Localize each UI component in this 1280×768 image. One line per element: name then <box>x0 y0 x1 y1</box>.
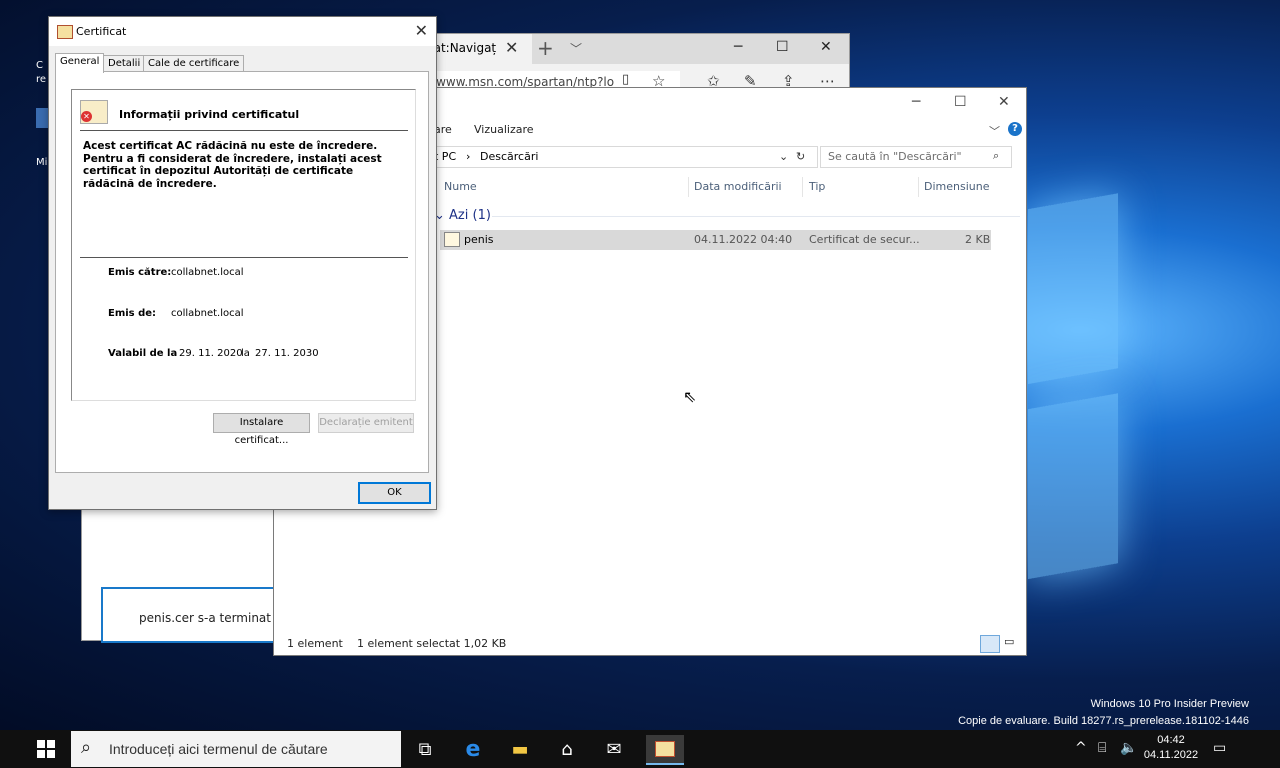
volume-icon[interactable]: 🔈 <box>1120 740 1137 756</box>
close-icon[interactable]: ✕ <box>415 21 428 40</box>
certificate-warning-icon: ✕ <box>80 100 108 124</box>
ok-button[interactable]: OK <box>358 482 431 504</box>
network-icon[interactable]: ⌸ <box>1098 740 1106 756</box>
cert-trust-warning: Acest certificat AC rădăcină nu este de … <box>83 140 382 190</box>
ribbon-tab-view[interactable]: Vizualizare <box>474 123 534 136</box>
explorer-status-bar: 1 element 1 element selectat 1,02 KB ▭ <box>274 633 1026 655</box>
table-row[interactable]: penis 04.11.2022 04:40 Certificat de sec… <box>440 230 991 250</box>
desktop-icon-label-re: re <box>36 74 47 85</box>
refresh-icon[interactable]: ↻ <box>796 150 805 163</box>
divider <box>80 257 408 258</box>
file-date: 04.11.2022 04:40 <box>694 233 793 246</box>
watermark-line1: Windows 10 Pro Insider Preview <box>1090 698 1249 710</box>
tab-details[interactable]: Detalii <box>103 55 146 72</box>
taskbar-search-placeholder: Introduceți aici termenul de căutare <box>109 741 328 757</box>
large-icons-view-icon[interactable]: ▭ <box>1004 635 1020 651</box>
breadcrumb-this-pc[interactable]: t PC <box>434 150 456 163</box>
task-view-icon[interactable]: ⧉ <box>410 735 440 763</box>
valid-from-date: 29. 11. 2020 <box>179 348 243 359</box>
download-text: penis.cer s-a terminat d <box>139 611 283 625</box>
certificate-file-icon <box>444 232 460 247</box>
install-certificate-button[interactable]: Instalare certificat... <box>213 413 310 446</box>
file-size: 2 KB <box>965 233 991 246</box>
taskbar-search-box[interactable]: ⌕ Introduceți aici termenul de căutare <box>71 731 401 767</box>
edge-app-icon[interactable]: e <box>458 735 488 763</box>
file-name: penis <box>464 233 494 246</box>
cert-dialog-title: Certificat <box>76 25 127 38</box>
issued-by-label: Emis de: <box>108 308 157 319</box>
column-size[interactable]: Dimensiune <box>924 180 989 193</box>
file-type: Certificat de secur... <box>809 233 920 246</box>
certificate-dialog[interactable]: Certificat ✕ General Detalii Cale de cer… <box>48 16 437 510</box>
group-label: Azi (1) <box>449 208 491 223</box>
certificate-app-icon[interactable] <box>646 735 684 765</box>
edge-tab-title: cat:Navigaț <box>427 41 497 55</box>
issued-to-label: Emis către: <box>108 267 172 278</box>
start-button[interactable] <box>37 740 55 758</box>
clock-time: 04:42 <box>1157 734 1185 746</box>
column-name[interactable]: Nume <box>444 180 477 193</box>
desktop-icon-label-c: C <box>36 60 43 71</box>
search-placeholder: Se caută în "Descărcări" <box>828 150 962 163</box>
breadcrumb-downloads[interactable]: Descărcări <box>480 150 538 163</box>
tab-certification-path[interactable]: Cale de certificare <box>143 55 245 72</box>
mail-app-icon[interactable]: ✉ <box>599 735 629 763</box>
cert-info-title: Informații privind certificatul <box>119 108 300 121</box>
column-type[interactable]: Tip <box>809 180 825 193</box>
minimize-icon[interactable]: ─ <box>912 94 920 110</box>
search-icon: ⌕ <box>993 149 1000 162</box>
close-tab-icon[interactable]: ✕ <box>505 38 518 57</box>
valid-to-date: 27. 11. 2030 <box>255 348 319 359</box>
explorer-search-input[interactable]: Se caută în "Descărcări" ⌕ <box>820 146 1012 168</box>
valid-from-label: Valabil de la <box>108 348 178 359</box>
search-icon: ⌕ <box>81 737 92 758</box>
taskbar-clock[interactable]: 04:42 04.11.2022 <box>1140 733 1202 763</box>
desktop-icon-label-mi: Mi <box>36 157 48 168</box>
column-divider <box>688 177 689 197</box>
cert-general-panel: ✕ Informații privind certificatul Acest … <box>55 71 429 473</box>
minimize-icon[interactable]: ─ <box>734 39 742 55</box>
issuer-statement-button[interactable]: Declarație emitent <box>318 413 414 433</box>
reading-view-icon[interactable]: ▯ <box>622 72 629 87</box>
close-icon[interactable]: ✕ <box>998 94 1010 110</box>
issued-by-value: collabnet.local <box>171 308 244 319</box>
status-count: 1 element <box>287 637 343 650</box>
details-view-icon[interactable] <box>980 635 1000 653</box>
cert-info-box: ✕ Informații privind certificatul Acest … <box>71 89 416 401</box>
column-date[interactable]: Data modificării <box>694 180 782 193</box>
group-header[interactable]: ⌄ Azi (1) <box>434 208 491 223</box>
notifications-icon[interactable]: ▭ <box>1213 740 1226 756</box>
group-divider <box>492 216 1020 217</box>
certificate-icon <box>57 25 73 39</box>
clock-date: 04.11.2022 <box>1143 749 1199 761</box>
maximize-icon[interactable]: ☐ <box>776 39 789 55</box>
taskbar: ⌕ Introduceți aici termenul de căutare ⧉… <box>0 730 1280 768</box>
mouse-cursor-icon: ⇖ <box>683 387 697 406</box>
help-icon[interactable]: ? <box>1008 122 1022 136</box>
windows-logo-wallpaper <box>1028 151 1280 580</box>
windows-build-watermark: Windows 10 Pro Insider Preview Copie de … <box>958 696 1249 730</box>
file-explorer-app-icon[interactable]: ▬ <box>505 735 535 763</box>
cert-title-bar: Certificat ✕ <box>49 17 436 46</box>
chevron-up-icon[interactable]: ^ <box>1075 740 1087 756</box>
issued-to-value: collabnet.local <box>171 267 244 278</box>
store-app-icon[interactable]: ⌂ <box>552 735 582 763</box>
tab-general[interactable]: General <box>55 53 105 73</box>
column-divider <box>918 177 919 197</box>
chevron-down-icon[interactable]: ﹀ <box>570 40 582 57</box>
status-selected: 1 element selectat 1,02 KB <box>357 637 507 650</box>
divider <box>80 130 408 131</box>
column-divider <box>802 177 803 197</box>
new-tab-icon[interactable]: + <box>537 36 554 60</box>
maximize-icon[interactable]: ☐ <box>954 94 967 110</box>
chevron-down-icon[interactable]: ⌄ <box>779 150 788 163</box>
chevron-down-icon[interactable]: ﹀ <box>989 123 1000 139</box>
breadcrumb-separator: › <box>466 150 471 163</box>
close-icon[interactable]: ✕ <box>820 39 832 55</box>
watermark-line2: Copie de evaluare. Build 18277.rs_prerel… <box>958 715 1249 727</box>
valid-separator: la <box>241 348 250 359</box>
